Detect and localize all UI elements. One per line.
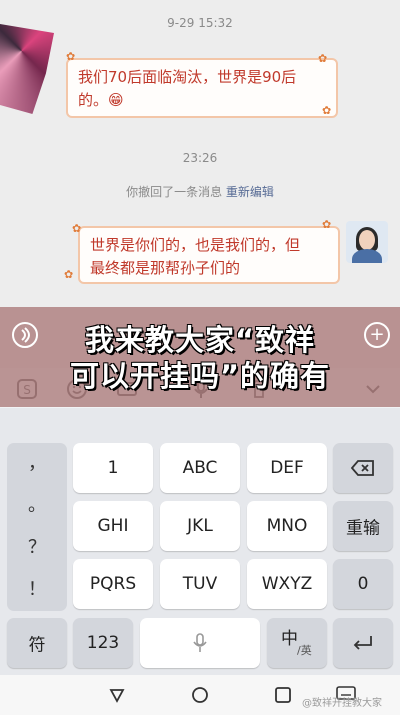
backspace-button[interactable] xyxy=(333,443,393,493)
message-text: 我们70后面临淘汰，世界是90后 xyxy=(78,68,297,86)
flower-decoration-icon: ✿ xyxy=(322,104,332,117)
flower-decoration-icon: ✿ xyxy=(72,222,82,235)
timestamp: 23:26 xyxy=(182,151,218,165)
timestamp: 9-29 15:32 xyxy=(167,16,233,30)
recents-nav-icon[interactable] xyxy=(274,686,292,704)
lang-sub-label: /英 xyxy=(297,644,312,657)
key-0[interactable]: 0 xyxy=(333,559,393,609)
key-pqrs[interactable]: PQRS xyxy=(73,559,153,609)
punct-key[interactable]: ？ xyxy=(7,533,67,559)
home-nav-icon[interactable] xyxy=(191,686,209,704)
overlay-headline-line2: 可以开挂吗”的确有 xyxy=(69,359,331,393)
key-jkl[interactable]: JKL xyxy=(160,501,240,551)
key-1[interactable]: 1 xyxy=(73,443,153,493)
recall-text: 你撤回了一条消息 xyxy=(126,185,226,199)
lang-main-label: 中 xyxy=(281,629,298,649)
flower-decoration-icon: ✿ xyxy=(64,268,74,281)
punct-key[interactable]: 。 xyxy=(7,491,67,517)
punctuation-column[interactable]: ， 。 ？ ！ xyxy=(7,443,67,611)
re-edit-link[interactable]: 重新编辑 xyxy=(226,185,274,199)
key-abc[interactable]: ABC xyxy=(160,443,240,493)
key-def[interactable]: DEF xyxy=(247,443,327,493)
punct-key[interactable]: ， xyxy=(7,449,67,475)
message-bubble-received[interactable]: 我们70后面临淘汰，世界是90后 的。😁 xyxy=(66,58,338,118)
microphone-icon xyxy=(193,633,207,652)
space-key[interactable] xyxy=(140,618,260,668)
key-ghi[interactable]: GHI xyxy=(73,501,153,551)
numbers-key[interactable]: 123 xyxy=(73,618,133,668)
symbols-key[interactable]: 符 xyxy=(7,618,67,668)
enter-key[interactable] xyxy=(333,618,393,668)
flower-decoration-icon: ✿ xyxy=(318,52,328,65)
flower-decoration-icon: ✿ xyxy=(322,218,332,231)
contact-avatar[interactable] xyxy=(0,24,54,114)
punct-key[interactable]: ！ xyxy=(7,575,67,601)
recall-notice: 你撤回了一条消息 重新编辑 xyxy=(0,183,400,200)
my-avatar[interactable] xyxy=(346,221,388,263)
message-text: 的。😁 xyxy=(78,91,124,109)
message-bubble-sent[interactable]: 世界是你们的，也是我们的，但 最终都是那帮孙子们的 xyxy=(78,226,340,284)
chat-area: 9-29 15:32 我们70后面临淘汰，世界是90后 的。😁 ✿ ✿ ✿ 23… xyxy=(0,0,400,318)
key-wxyz[interactable]: WXYZ xyxy=(247,559,327,609)
key-mno[interactable]: MNO xyxy=(247,501,327,551)
enter-icon xyxy=(353,636,372,650)
language-switch-key[interactable]: 中 /英 xyxy=(267,618,327,668)
key-tuv[interactable]: TUV xyxy=(160,559,240,609)
flower-decoration-icon: ✿ xyxy=(66,50,76,63)
backspace-icon xyxy=(351,460,374,476)
message-text: 世界是你们的，也是我们的，但 xyxy=(90,236,301,254)
reinput-button[interactable]: 重输 xyxy=(333,501,393,551)
watermark-text: @致祥开挂教大家 xyxy=(302,698,382,709)
back-nav-icon[interactable] xyxy=(108,686,126,704)
message-text: 最终都是那帮孙子们的 xyxy=(90,259,241,277)
